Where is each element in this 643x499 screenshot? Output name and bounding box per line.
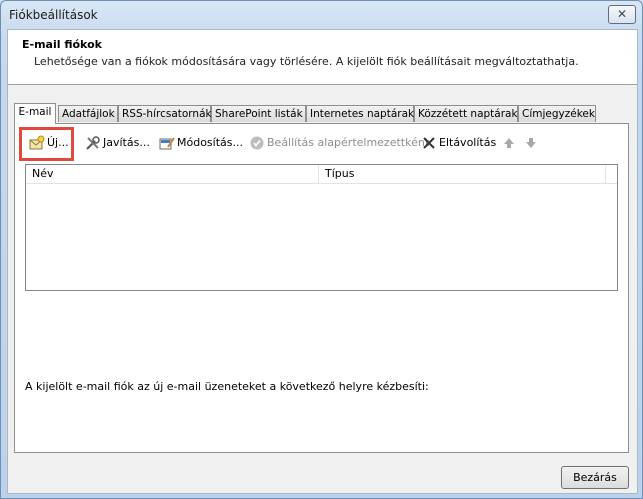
tab-rss-feeds[interactable]: RSS-hírcsatornák [118, 105, 212, 122]
list-header: Név Típus [26, 165, 617, 184]
change-account-label: Módosítás... [177, 136, 243, 149]
account-settings-window: Fiókbeállítások ✕ E-mail fiókok Lehetősé… [0, 0, 643, 499]
column-header-name[interactable]: Név [26, 165, 319, 183]
arrow-up-icon [504, 138, 514, 148]
new-button-highlight [19, 127, 74, 161]
delivery-location-text: A kijelölt e-mail fiók az új e-mail üzen… [25, 380, 429, 393]
column-header-type[interactable]: Típus [319, 165, 606, 183]
set-default-label: Beállítás alapértelmezettként [267, 136, 430, 149]
checkmark-icon [250, 136, 264, 150]
tab-published-calendars[interactable]: Közzétett naptárak [414, 105, 518, 122]
account-toolbar: Új... Javítás... Módosítás... Beállítás … [23, 132, 623, 154]
window-title: Fiókbeállítások [9, 8, 98, 22]
close-icon: ✕ [616, 7, 628, 21]
account-list[interactable]: Név Típus [25, 164, 618, 291]
repair-tools-icon [86, 136, 100, 150]
dialog-header: E-mail fiókok Lehetősége van a fiókok mó… [8, 30, 637, 85]
change-account-icon [159, 137, 175, 150]
x-icon [423, 137, 435, 149]
title-bar[interactable]: Fiókbeállítások ✕ [1, 1, 642, 29]
repair-label: Javítás... [103, 136, 150, 149]
tab-email[interactable]: E-mail [14, 103, 56, 124]
window-close-button[interactable]: ✕ [608, 5, 636, 24]
email-tab-panel: Új... Javítás... Módosítás... Beállítás … [14, 123, 629, 453]
remove-label: Eltávolítás [439, 136, 497, 149]
close-button[interactable]: Bezárás [561, 466, 629, 489]
header-title: E-mail fiókok [22, 38, 102, 51]
dialog-body: E-mail fiókok Lehetősége van a fiókok mó… [7, 29, 638, 494]
tab-sharepoint-lists[interactable]: SharePoint listák [211, 105, 306, 122]
header-description: Lehetősége van a fiókok módosítására vag… [34, 55, 579, 68]
tab-address-books[interactable]: Címjegyzékek [518, 105, 596, 122]
tab-data-files[interactable]: Adatfájlok [58, 105, 118, 122]
tab-internet-calendars[interactable]: Internetes naptárak [306, 105, 414, 122]
arrow-down-icon [526, 138, 536, 148]
